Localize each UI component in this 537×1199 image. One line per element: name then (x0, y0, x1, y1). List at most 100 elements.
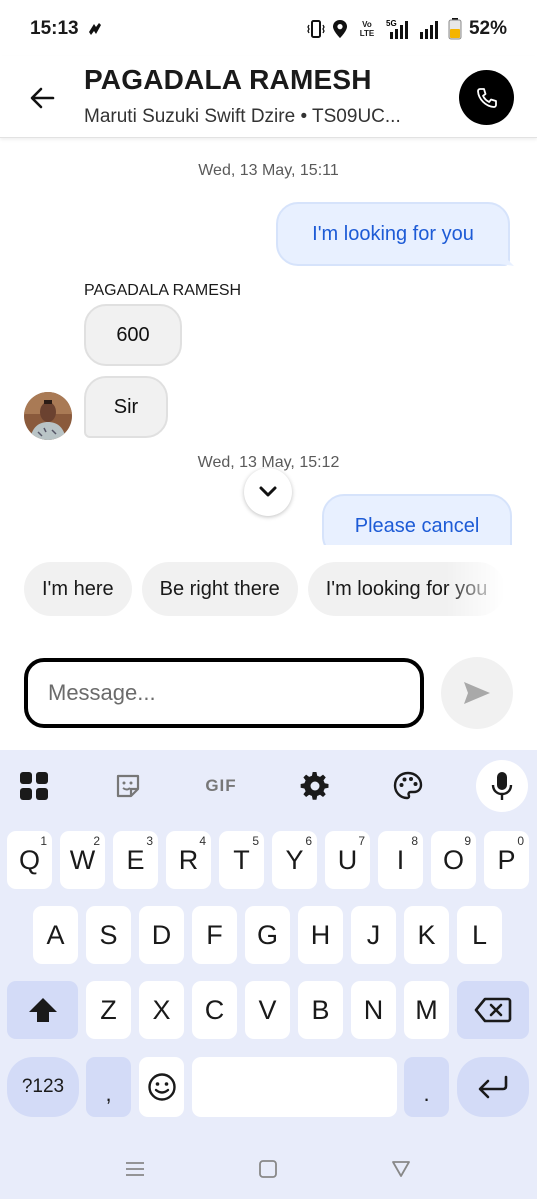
key-w[interactable]: W2 (60, 831, 105, 889)
menu-icon (126, 1162, 144, 1176)
key-o[interactable]: O9 (431, 831, 476, 889)
volte-indicator: Vo LTE (359, 20, 375, 38)
key-g[interactable]: G (245, 906, 290, 964)
phone-icon (476, 87, 497, 108)
symbols-key[interactable]: ?123 (7, 1057, 79, 1117)
key-hint: 6 (305, 834, 312, 848)
key-label: L (471, 919, 488, 950)
key-s[interactable]: S (86, 906, 131, 964)
key-hint: 3 (146, 834, 153, 848)
comma-key[interactable]: , (86, 1057, 131, 1117)
key-c[interactable]: C (192, 981, 237, 1039)
call-button[interactable] (459, 70, 514, 125)
signal-icon: 5G (386, 19, 408, 39)
shift-key[interactable] (7, 981, 78, 1039)
key-y[interactable]: Y6 (272, 831, 317, 889)
message-input[interactable] (24, 658, 424, 728)
key-f[interactable]: F (192, 906, 237, 964)
avatar[interactable] (24, 392, 72, 440)
svg-text:5G: 5G (386, 19, 397, 28)
key-label: X (152, 994, 171, 1025)
chat-header: PAGADALA RAMESH Maruti Suzuki Swift Dzir… (0, 56, 537, 138)
key-b[interactable]: B (298, 981, 343, 1039)
key-label: ?123 (21, 1076, 65, 1097)
apps-button[interactable] (8, 760, 60, 812)
key-label: K (417, 919, 436, 950)
key-label: N (363, 994, 384, 1025)
settings-button[interactable] (289, 760, 341, 812)
enter-key[interactable] (457, 1057, 529, 1117)
key-z[interactable]: Z (86, 981, 131, 1039)
incoming-message[interactable]: 600 (84, 304, 182, 366)
key-label: S (99, 919, 118, 950)
key-label: E (126, 844, 145, 875)
back-nav-button[interactable] (386, 1154, 416, 1184)
bubble-tail (500, 252, 514, 266)
key-label: V (258, 994, 277, 1025)
key-label: H (310, 919, 331, 950)
vibrate-icon (307, 20, 325, 38)
incoming-message[interactable]: Sir (84, 376, 168, 438)
gif-label: GIF (205, 776, 237, 795)
key-label: D (151, 919, 172, 950)
key-t[interactable]: T5 (219, 831, 264, 889)
key-u[interactable]: U7 (325, 831, 370, 889)
recents-button[interactable] (120, 1154, 150, 1184)
key-v[interactable]: V (245, 981, 290, 1039)
profile-photo (24, 392, 72, 440)
key-x[interactable]: X (139, 981, 184, 1039)
key-d[interactable]: D (139, 906, 184, 964)
key-r[interactable]: R4 (166, 831, 211, 889)
settings-icon (300, 771, 329, 800)
space-key[interactable] (192, 1057, 397, 1117)
key-label: C (204, 994, 225, 1025)
scroll-to-bottom-button[interactable] (244, 468, 292, 516)
vehicle-info: Maruti Suzuki Swift Dzire • TS09UC... (84, 106, 401, 127)
period-key[interactable]: . (404, 1057, 449, 1117)
chat-thread[interactable]: Wed, 13 May, 15:11 I'm looking for you P… (0, 140, 537, 545)
key-m[interactable]: M (404, 981, 449, 1039)
backspace-key[interactable] (457, 981, 529, 1039)
send-icon (464, 682, 490, 704)
send-button[interactable] (441, 657, 513, 729)
outgoing-message[interactable]: I'm looking for you (276, 202, 514, 266)
voice-input-button[interactable] (476, 760, 528, 812)
backspace-icon (474, 997, 512, 1023)
key-hint: 7 (358, 834, 365, 848)
key-label: . (423, 1081, 430, 1106)
key-i[interactable]: I8 (378, 831, 423, 889)
quick-reply-chip[interactable]: Be right there (141, 562, 298, 616)
key-l[interactable]: L (457, 906, 502, 964)
sticker-button[interactable] (102, 760, 154, 812)
key-h[interactable]: H (298, 906, 343, 964)
timestamp: Wed, 13 May, 15:11 (198, 162, 339, 179)
key-label: , (105, 1081, 112, 1106)
home-button[interactable] (253, 1154, 283, 1184)
back-button[interactable] (22, 78, 62, 118)
triangle-back-icon (392, 1161, 410, 1177)
emoji-key[interactable] (139, 1057, 184, 1117)
key-label: A (46, 919, 65, 950)
theme-button[interactable] (382, 760, 434, 812)
key-label: T (233, 844, 250, 875)
key-label: G (256, 919, 278, 950)
mic-icon (491, 772, 513, 800)
key-q[interactable]: Q1 (7, 831, 52, 889)
key-j[interactable]: J (351, 906, 396, 964)
key-e[interactable]: E3 (113, 831, 158, 889)
message-text: Sir (113, 395, 139, 418)
quick-reply-chip[interactable]: I'm here (24, 562, 132, 616)
key-a[interactable]: A (33, 906, 78, 964)
key-k[interactable]: K (404, 906, 449, 964)
key-label: W (69, 844, 96, 875)
key-hint: 2 (93, 834, 100, 848)
key-label: J (366, 919, 381, 950)
outgoing-message[interactable]: Please cancel (322, 494, 512, 545)
quick-reply-chip[interactable]: I'm looking for you (307, 562, 506, 616)
sender-name: PAGADALA RAMESH (84, 282, 242, 299)
key-hint: 0 (517, 834, 524, 848)
key-p[interactable]: P0 (484, 831, 529, 889)
key-label: Q (18, 844, 40, 875)
gif-button[interactable]: GIF (195, 760, 247, 812)
key-n[interactable]: N (351, 981, 396, 1039)
